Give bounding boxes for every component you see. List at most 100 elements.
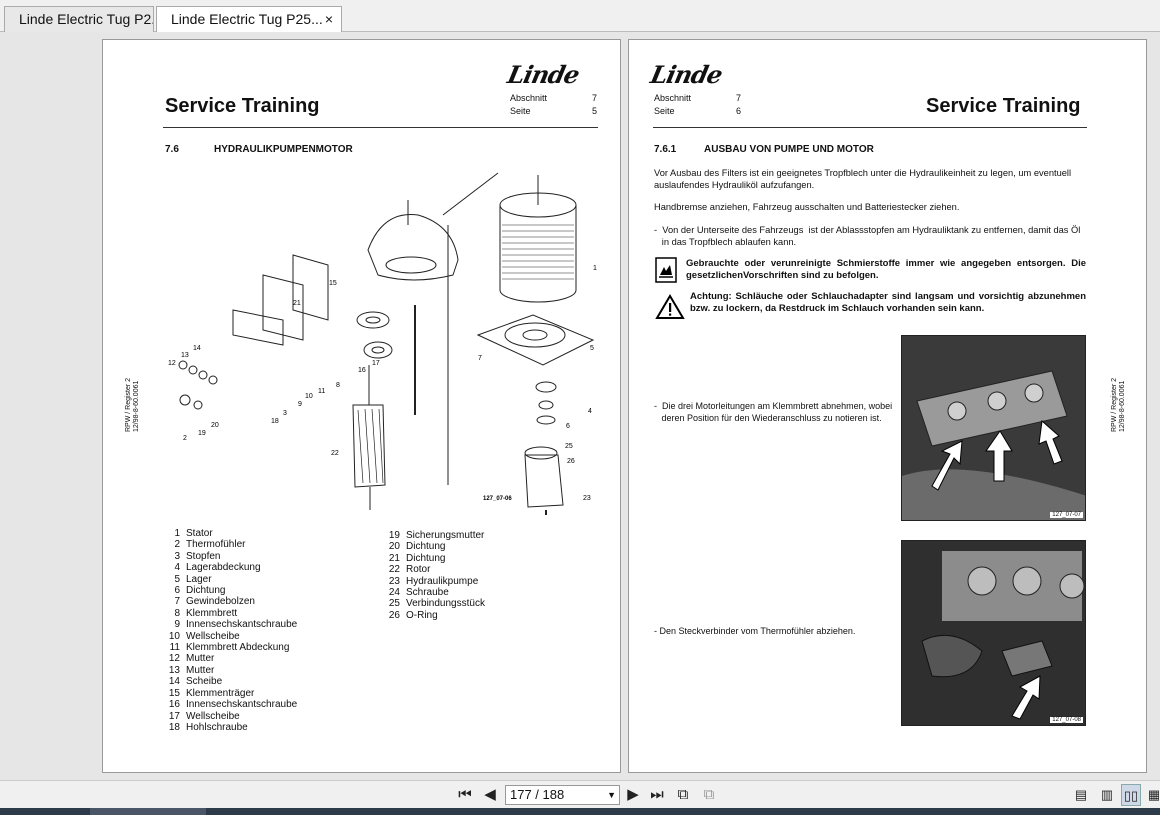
list-item: 20 Dichtung [388,541,446,553]
callout-label: 6 [566,423,570,430]
list-item: 25 Verbindungsstück [388,598,485,610]
callout-label: 19 [198,430,206,437]
callout-label: 2 [183,435,187,442]
list-item: 22 Rotor [388,564,431,576]
side-register: RPW / Register 2 12/98-8-60.0061 [125,377,140,432]
section-number: 7.6 [165,144,179,155]
status-segment [90,808,206,815]
exploded-diagram: 1234567891011121314151617181920212223242… [168,172,597,515]
linde-logo: Linde [647,60,725,89]
callout-label: 13 [181,352,189,359]
section-title: HYDRAULIKPUMPENMOTOR [214,144,353,155]
linde-logo: Linde [504,60,582,89]
photo-code: 127_07-08 [1050,717,1083,723]
parts-list-2: 19 Sicherungsmutter 20 Dichtung 21 Dichtung… [386,530,485,621]
list-item: 13 Mutter [168,664,215,676]
section-meta: Abschnitt 7 Seite 5 [510,93,598,116]
environment-icon [655,257,677,283]
callout-label: 8 [336,382,340,389]
status-bar [0,808,1160,815]
single-page-icon[interactable]: ▤ [1071,784,1091,806]
list-item: 1 Stator [174,528,213,539]
tab-document-2[interactable]: Linde Electric Tug P25... × [156,6,342,34]
section-title: AUSBAU VON PUMPE UND MOTOR [704,144,874,155]
page-title: Service Training [926,95,1081,117]
figure-code: 127_07-06 [483,496,512,502]
page-title: Service Training [165,95,320,117]
paragraph-1: Vor Ausbau des Filters ist ein geeignete… [654,168,1072,190]
callout-label: 22 [331,450,339,457]
paragraph-2: Handbremse anziehen, Fahrzeug ausschalte… [654,202,960,212]
paragraph-3: - Von der Unterseite des Fahrzeugs ist d… [654,225,1081,247]
callout-label: 18 [271,418,279,425]
list-item: 15 Klemmenträger [168,687,255,699]
chevron-down-icon: ▼ [607,790,616,800]
list-item: 14 Scheibe [168,676,223,688]
callout-label: 11 [318,388,325,395]
side-register: RPW / Register 2 12/98-8-60.0061 [1111,377,1126,432]
warning-note: Achtung: Schläuche oder Schlauchadapter … [690,291,1086,314]
photo-thermo-connector: 127_07-08 [901,540,1086,726]
callout-label: 1 [593,265,597,272]
list-item: 12 Mutter [168,653,215,665]
continuous-icon[interactable]: ▥ [1097,784,1117,806]
list-item: 3 Stopfen [174,550,221,562]
warning-icon [655,294,685,319]
list-item: 16 Innensechskantschraube [168,699,298,711]
callout-label: 20 [211,422,219,429]
environment-note: Gebrauchte oder verunreinigte Schmiersto… [686,258,1086,281]
list-item: 26 O-Ring [388,609,438,621]
list-item: 11 Klemmbrett Abdeckung [169,642,290,654]
prev-page-icon[interactable]: ◀ [480,784,500,806]
close-icon[interactable]: × [325,7,333,31]
two-page-icon[interactable]: ▯▯ [1121,784,1141,806]
header-rule [653,127,1087,128]
list-item: 4 Lagerabdeckung [174,562,261,574]
parts-list-1: 1 Stator 2 Thermofühler 3 Stopfen 4 Lagerabd… [166,528,297,733]
page-left: Linde Service Training Abschnitt 7 Seite 5… [102,39,621,773]
copy-icon[interactable]: ⧉ [699,784,719,806]
callout-label: 15 [329,280,337,287]
step-1: - Die drei Motorleitungen am Klemmbrett … [654,401,893,423]
two-page-continuous-icon[interactable]: ▦ [1144,784,1160,806]
callout-label: 5 [590,345,594,352]
first-page-icon[interactable]: ⏮ [455,784,475,806]
section-number: 7.6.1 [654,144,677,155]
callout-label: 14 [193,345,201,352]
tab-document-1[interactable]: Linde Electric Tug P2... [4,6,154,33]
callout-label: 23 [583,495,591,502]
list-item: 6 Dichtung [174,585,226,597]
list-item: 18 Hohlschraube [168,721,248,733]
list-item: 17 Wellscheibe [168,710,240,722]
document-viewer[interactable]: Linde Service Training Abschnitt 7 Seite 5… [0,32,1160,780]
list-item: 21 Dichtung [388,552,446,564]
tab-label: Linde Electric Tug P2... [19,11,154,27]
page-right: Linde Service Training Abschnitt 7 Seite 6… [628,39,1147,773]
tab-label: Linde Electric Tug P25... [171,11,323,27]
list-item: 8 Klemmbrett [174,607,238,619]
list-item: 23 Hydraulikpumpe [388,575,479,587]
page-number-select[interactable]: 177 / 188 ▼ [505,785,620,805]
section-meta: Abschnitt 7 Seite 6 [654,93,742,116]
callout-label: 3 [283,410,287,417]
callout-label: 16 [358,367,366,374]
photo-motor-terminals: 127_07-07 [901,335,1086,521]
list-item: 2 Thermofühler [174,539,246,551]
callout-label: 10 [305,393,313,400]
callout-label: 17 [372,360,380,367]
list-item: 9 Innensechskantschraube [174,619,298,631]
list-item: 10 Wellscheibe [168,630,240,642]
header-rule [163,127,598,128]
callout-label: 26 [567,458,575,465]
callout-label: 25 [565,443,573,450]
callout-label: 4 [588,408,592,415]
list-item: 5 Lager [174,573,212,585]
rotate-icon[interactable]: ⧉ [673,784,693,806]
list-item: 19 Sicherungsmutter [388,530,485,541]
photo-code: 127_07-07 [1050,512,1083,518]
next-page-icon[interactable]: ▶ [623,784,643,806]
tab-bar: Linde Electric Tug P2... Linde Electric … [0,0,1160,34]
last-page-icon[interactable]: ⏭ [647,784,667,806]
callout-label: 21 [293,300,301,307]
callout-label: 9 [298,401,302,408]
